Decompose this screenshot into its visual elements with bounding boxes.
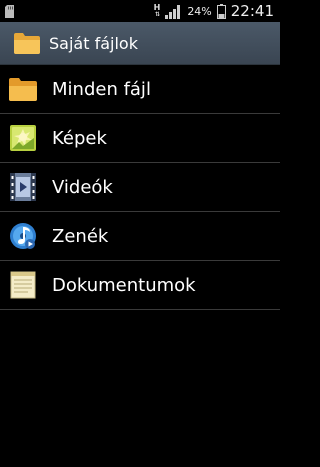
battery-icon [216,3,226,19]
list-item-label: Zenék [52,225,109,247]
list-item-label: Dokumentumok [52,274,196,296]
list-item-all-files[interactable]: Minden fájl [0,65,280,114]
folder-icon [8,74,38,104]
signal-icon [165,4,181,19]
page-title: Saját fájlok [49,33,138,53]
list-item-videos[interactable]: Videók [0,163,280,212]
h-data-icon: H ⇅ [153,3,161,18]
battery-percent: 24% [187,4,212,18]
music-icon [8,221,38,251]
sd-card-icon [5,4,14,18]
image-icon [8,123,38,153]
list-item-label: Minden fájl [52,78,151,100]
list-item-images[interactable]: Képek [0,114,280,163]
folder-icon [14,33,40,54]
video-icon [8,172,38,202]
title-bar: Saját fájlok [0,22,280,65]
list-item-documents[interactable]: Dokumentumok [0,261,280,310]
clock: 22:41 [230,2,274,20]
list-item-music[interactable]: Zenék [0,212,280,261]
document-icon [8,270,38,300]
status-bar: H ⇅ 24% 22:41 [0,0,280,22]
file-category-list: Minden fájl Képek Videók Zenék Dokumentu… [0,65,280,310]
list-item-label: Képek [52,127,107,149]
list-item-label: Videók [52,176,113,198]
